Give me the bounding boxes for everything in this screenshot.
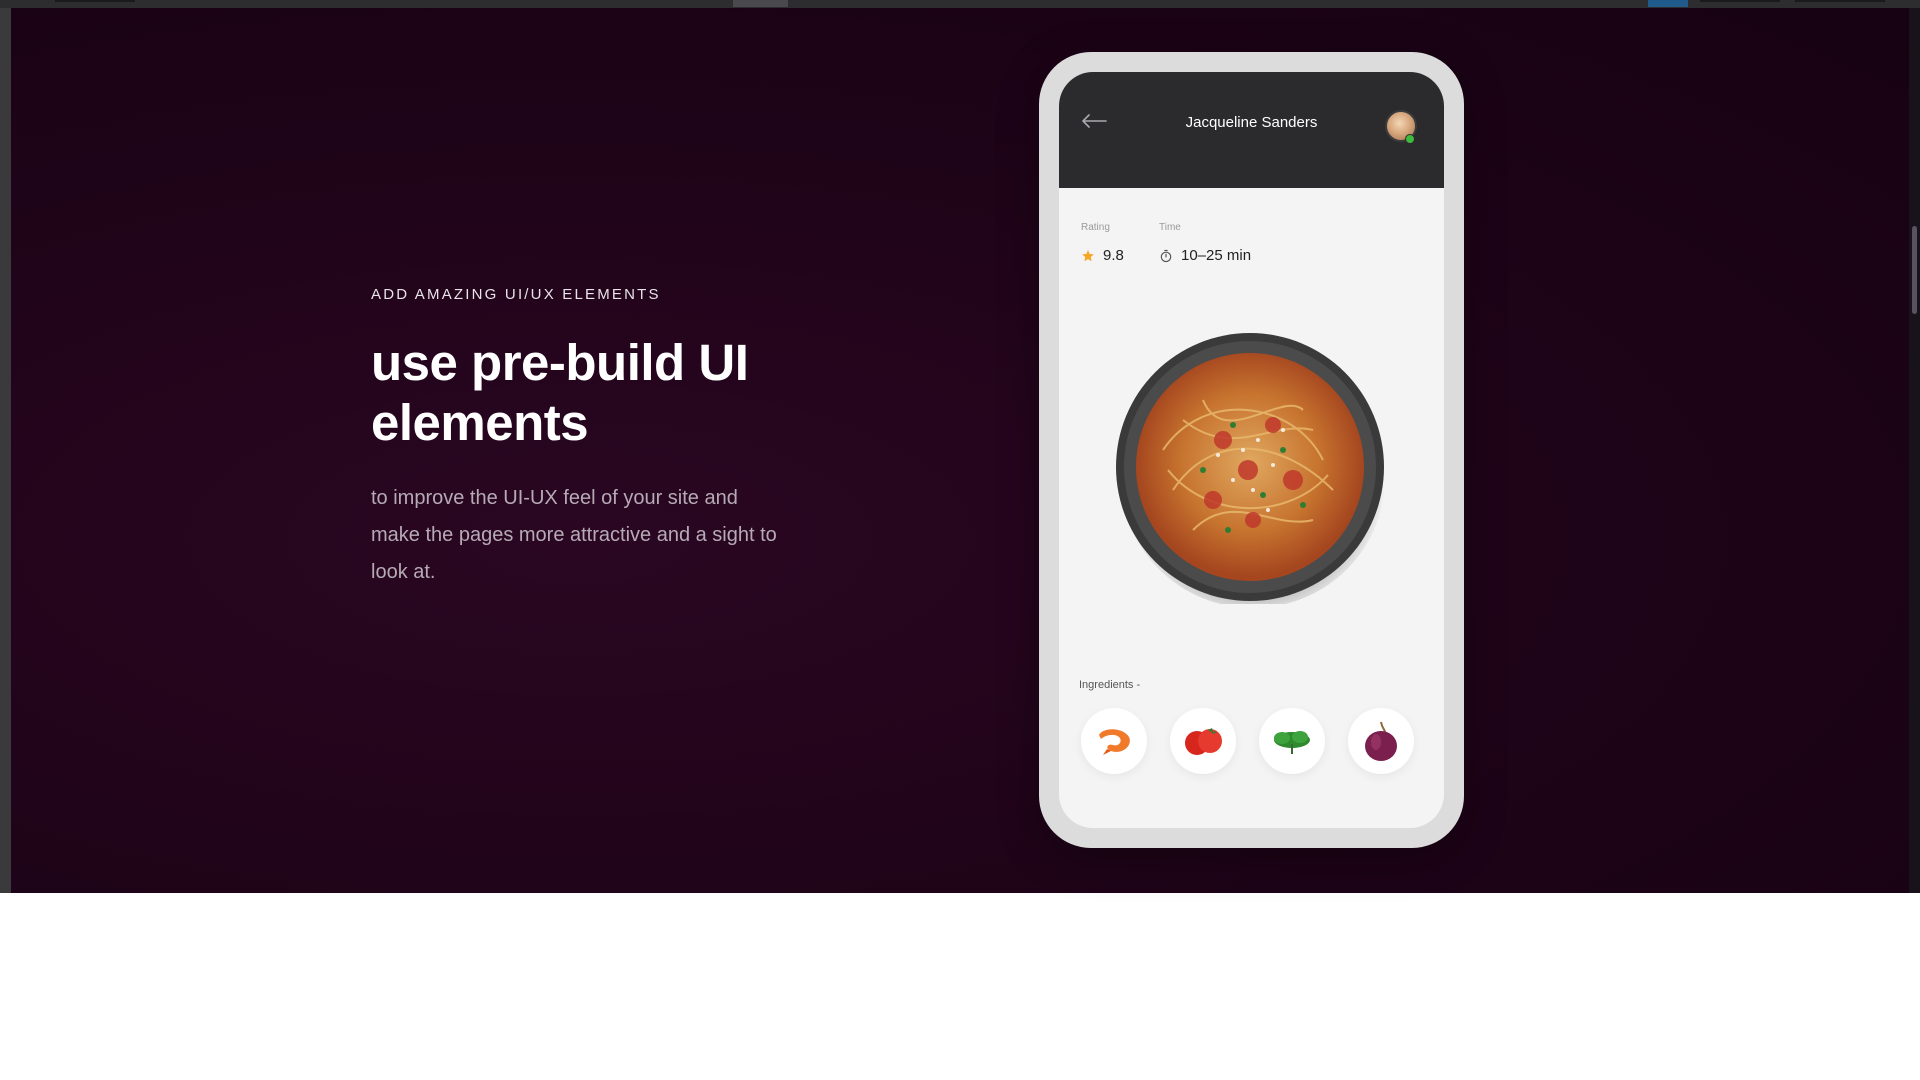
phone-mockup: Jacqueline Sanders Rating 9.8 Time 10–25… — [1039, 52, 1464, 848]
rating-value-row: 9.8 — [1081, 247, 1124, 264]
ingredient-shrimp[interactable] — [1081, 708, 1147, 774]
rating-stat: Rating 9.8 — [1081, 222, 1124, 264]
rating-label: Rating — [1081, 222, 1110, 233]
time-label: Time — [1159, 222, 1181, 233]
star-icon — [1082, 249, 1094, 261]
hero-eyebrow: ADD AMAZING UI/UX ELEMENTS — [371, 286, 661, 303]
hero-section: ADD AMAZING UI/UX ELEMENTS use pre-build… — [11, 8, 1909, 893]
ingredients-label: Ingredients - — [1079, 679, 1141, 691]
app-header: Jacqueline Sanders — [1059, 72, 1444, 188]
top-bar-segment — [1700, 0, 1780, 2]
browser-viewport: ADD AMAZING UI/UX ELEMENTS use pre-build… — [0, 0, 1920, 893]
top-bar-segment — [55, 0, 135, 2]
hero-headline: use pre-build UI elements — [371, 334, 749, 451]
phone-screen: Jacqueline Sanders Rating 9.8 Time 10–25… — [1059, 72, 1444, 828]
parsley-icon — [1274, 731, 1310, 754]
online-status-dot — [1405, 134, 1415, 144]
hero-body: to improve the UI-UX feel of your site a… — [371, 487, 777, 583]
scrollbar-thumb[interactable] — [1912, 226, 1917, 314]
stopwatch-icon — [1160, 249, 1172, 262]
top-bar-segment — [1795, 0, 1885, 2]
rating-value: 9.8 — [1103, 247, 1124, 264]
tomato-icon — [1185, 728, 1222, 755]
ingredient-parsley[interactable] — [1259, 708, 1325, 774]
top-bar-active-tab[interactable] — [1648, 0, 1688, 7]
shrimp-icon — [1099, 729, 1130, 755]
spaghetti-dish-image — [1116, 333, 1385, 604]
ingredient-onion[interactable] — [1348, 708, 1414, 774]
time-stat: Time 10–25 min — [1159, 222, 1251, 264]
browser-top-bar — [0, 0, 1920, 8]
time-value: 10–25 min — [1181, 247, 1252, 264]
page-scrollbar[interactable] — [1909, 8, 1920, 893]
onion-icon — [1365, 721, 1397, 761]
time-value-row: 10–25 min — [1159, 247, 1251, 264]
ingredient-tomato[interactable] — [1170, 708, 1236, 774]
top-bar-tab[interactable] — [733, 0, 788, 7]
